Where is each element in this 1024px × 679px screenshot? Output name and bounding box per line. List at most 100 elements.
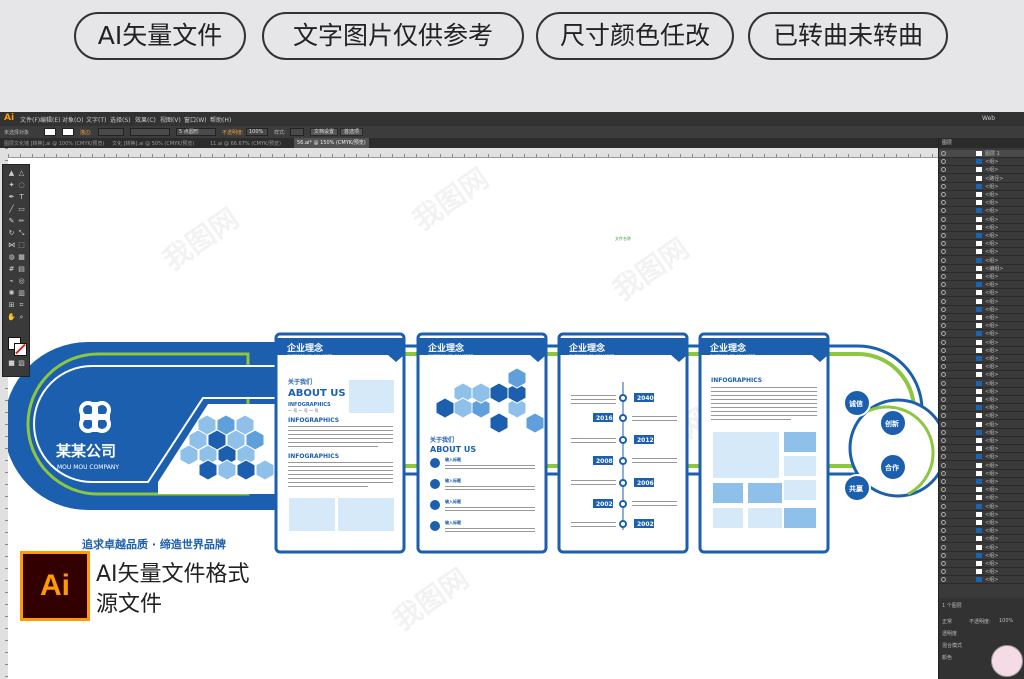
- layer-row[interactable]: <组>: [939, 462, 1024, 470]
- layer-row[interactable]: <组>: [939, 552, 1024, 560]
- layer-row[interactable]: <组>: [939, 306, 1024, 314]
- visibility-eye-icon[interactable]: [941, 495, 946, 501]
- visibility-eye-icon[interactable]: [941, 151, 946, 156]
- rotate-tool-icon[interactable]: ↻: [7, 229, 16, 238]
- visibility-eye-icon[interactable]: [941, 561, 946, 566]
- symbol-sprayer-tool-icon[interactable]: ✺: [7, 289, 16, 298]
- stroke-swatch[interactable]: [14, 343, 27, 356]
- menu-view[interactable]: 视图(V): [160, 115, 181, 124]
- visibility-eye-icon[interactable]: [941, 306, 946, 312]
- layer-row[interactable]: <组>: [939, 257, 1024, 265]
- hand-tool-icon[interactable]: ✋: [7, 313, 16, 322]
- horizontal-ruler[interactable]: [8, 148, 938, 158]
- visibility-eye-icon[interactable]: [941, 470, 946, 476]
- layer-row[interactable]: <组>: [939, 289, 1024, 298]
- layer-row[interactable]: <组>: [939, 248, 1024, 257]
- layer-row[interactable]: <组>: [939, 240, 1024, 249]
- variable-width-profile[interactable]: [130, 128, 170, 136]
- lasso-tool-icon[interactable]: ◌: [17, 181, 26, 190]
- visibility-eye-icon[interactable]: [941, 315, 946, 320]
- visibility-eye-icon[interactable]: [941, 511, 946, 517]
- visibility-eye-icon[interactable]: [941, 347, 946, 353]
- slice-tool-icon[interactable]: ⌗: [17, 301, 26, 310]
- layer-row[interactable]: <组>: [939, 322, 1024, 331]
- layer-row[interactable]: <组>: [939, 519, 1024, 527]
- visibility-eye-icon[interactable]: [941, 159, 946, 165]
- layer-row[interactable]: <组>: [939, 544, 1024, 552]
- paintbrush-tool-icon[interactable]: ✎: [7, 217, 16, 226]
- visibility-eye-icon[interactable]: [941, 405, 946, 411]
- doc-tab-3[interactable]: 11.ai @ 66.67% (CMYK/预览): [210, 140, 281, 147]
- layer-row[interactable]: <组>: [939, 478, 1024, 486]
- gradient-tool-icon[interactable]: ▤: [17, 265, 26, 274]
- layer-row[interactable]: 图层 1: [939, 150, 1024, 158]
- layer-row[interactable]: <编组>: [939, 265, 1024, 273]
- layer-row[interactable]: <组>: [939, 511, 1024, 519]
- zoom-tool-icon[interactable]: ⌕: [17, 313, 26, 322]
- layer-row[interactable]: <组>: [939, 183, 1024, 191]
- pencil-tool-icon[interactable]: ✏: [17, 217, 26, 226]
- layer-row[interactable]: <组>: [939, 576, 1024, 585]
- layer-row[interactable]: <组>: [939, 371, 1024, 380]
- perspective-grid-tool-icon[interactable]: ▦: [17, 253, 26, 262]
- visibility-eye-icon[interactable]: [941, 388, 946, 394]
- layer-row[interactable]: <组>: [939, 470, 1024, 478]
- layer-row[interactable]: <组>: [939, 404, 1024, 413]
- visibility-eye-icon[interactable]: [941, 192, 946, 197]
- shape-builder-tool-icon[interactable]: ◍: [7, 253, 16, 262]
- layer-row[interactable]: <组>: [939, 527, 1024, 536]
- visibility-eye-icon[interactable]: [941, 167, 946, 173]
- menu-help[interactable]: 帮助(H): [210, 115, 231, 124]
- layer-row[interactable]: <组>: [939, 207, 1024, 216]
- menu-window[interactable]: 窗口(W): [184, 115, 207, 124]
- fill-color-swatch[interactable]: [44, 128, 56, 136]
- layer-row[interactable]: <组>: [939, 412, 1024, 421]
- layer-row[interactable]: <组>: [939, 314, 1024, 322]
- visibility-eye-icon[interactable]: [941, 290, 946, 296]
- visibility-eye-icon[interactable]: [941, 569, 946, 575]
- layer-row[interactable]: <组>: [939, 421, 1024, 429]
- visibility-eye-icon[interactable]: [941, 479, 946, 484]
- visibility-eye-icon[interactable]: [941, 528, 946, 534]
- visibility-eye-icon[interactable]: [941, 175, 946, 181]
- visibility-eye-icon[interactable]: [941, 364, 946, 370]
- menu-effect[interactable]: 效果(C): [135, 115, 156, 124]
- visibility-eye-icon[interactable]: [941, 323, 946, 329]
- visibility-eye-icon[interactable]: [941, 298, 946, 304]
- width-tool-icon[interactable]: ⋈: [7, 241, 16, 250]
- layer-row[interactable]: <组>: [939, 560, 1024, 568]
- visibility-eye-icon[interactable]: [941, 536, 946, 542]
- visibility-eye-icon[interactable]: [941, 577, 946, 583]
- visibility-eye-icon[interactable]: [941, 438, 946, 443]
- eyedropper-tool-icon[interactable]: ⌁: [7, 277, 16, 286]
- user-avatar[interactable]: [991, 645, 1023, 677]
- layer-row[interactable]: <组>: [939, 486, 1024, 495]
- layer-row[interactable]: <组>: [939, 347, 1024, 355]
- visibility-eye-icon[interactable]: [941, 380, 946, 386]
- doc-tab-4[interactable]: 56.ai* @ 150% (CMYK/预览): [294, 138, 369, 148]
- document-setup-button[interactable]: 文档设置: [310, 128, 339, 136]
- visibility-eye-icon[interactable]: [941, 249, 946, 255]
- magic-wand-tool-icon[interactable]: ✦: [7, 181, 16, 190]
- opacity-value-panel[interactable]: 100%: [999, 618, 1013, 624]
- brush-definition[interactable]: 5 点圆形: [176, 128, 216, 136]
- layer-row[interactable]: <组>: [939, 273, 1024, 281]
- layer-row[interactable]: <组>: [939, 232, 1024, 240]
- column-graph-tool-icon[interactable]: ▥: [17, 289, 26, 298]
- visibility-eye-icon[interactable]: [941, 503, 946, 509]
- visibility-eye-icon[interactable]: [941, 208, 946, 214]
- visibility-eye-icon[interactable]: [941, 544, 946, 550]
- layer-row[interactable]: <组>: [939, 158, 1024, 167]
- visibility-eye-icon[interactable]: [941, 454, 946, 460]
- visibility-eye-icon[interactable]: [941, 356, 946, 361]
- visibility-eye-icon[interactable]: [941, 462, 946, 468]
- layer-row[interactable]: <组>: [939, 445, 1024, 454]
- type-tool-icon[interactable]: T: [17, 193, 26, 202]
- direct-selection-tool-icon[interactable]: △: [17, 169, 26, 178]
- visibility-eye-icon[interactable]: [941, 331, 946, 337]
- doc-tab-1[interactable]: 图层文化墙 [转换].ai @ 100% (CMYK/预览): [4, 140, 104, 147]
- layer-row[interactable]: <组>: [939, 281, 1024, 290]
- line-tool-icon[interactable]: ╱: [7, 205, 16, 214]
- visibility-eye-icon[interactable]: [941, 282, 946, 288]
- visibility-eye-icon[interactable]: [941, 216, 946, 222]
